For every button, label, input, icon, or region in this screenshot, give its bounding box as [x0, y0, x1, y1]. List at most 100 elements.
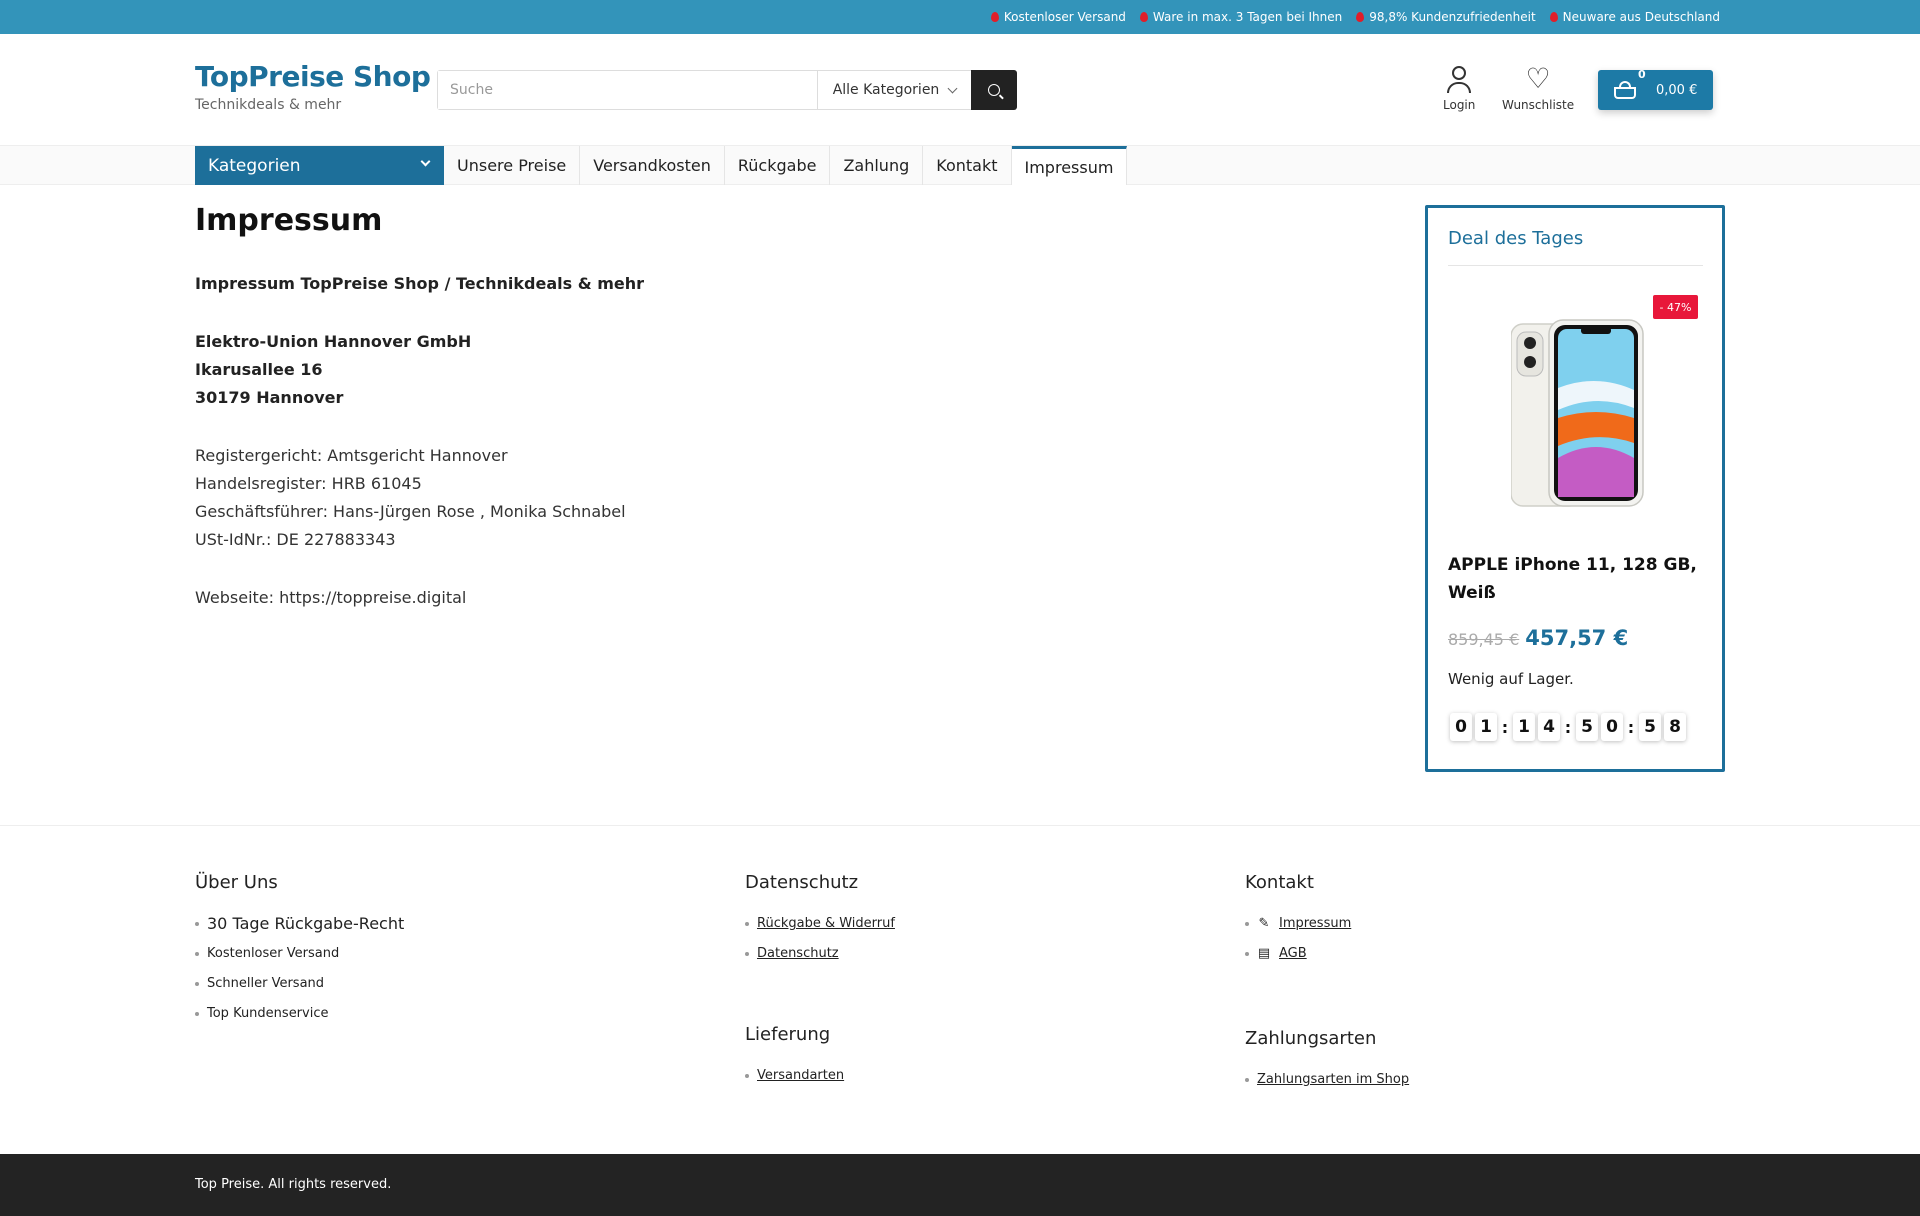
divider	[1448, 265, 1703, 266]
company-street: Ikarusallee 16	[195, 360, 323, 379]
topbar-item-delivery-time: Ware in max. 3 Tagen bei Ihnen	[1139, 10, 1342, 24]
categories-dropdown[interactable]: Kategorien	[195, 146, 444, 185]
flame-icon	[1549, 12, 1558, 22]
cart-count-badge: 0	[1638, 68, 1646, 81]
list-item: Top Kundenservice	[195, 999, 404, 1029]
footer-contact: Kontakt ✎ Impressum ▤ AGB	[1245, 872, 1351, 969]
company-city: 30179 Hannover	[195, 388, 344, 407]
nav-link-prices[interactable]: Unsere Preise	[444, 146, 581, 185]
logo-subtitle: Technikdeals & mehr	[195, 97, 342, 113]
topbar-item-new-goods: Neuware aus Deutschland	[1549, 10, 1720, 24]
company-name: Elektro-Union Hannover GmbH	[195, 332, 472, 351]
timer-digit: 1	[1475, 713, 1497, 741]
timer-digit: 1	[1513, 713, 1535, 741]
copyright-text: Top Preise. All rights reserved.	[195, 1177, 392, 1192]
footer-heading-payment: Zahlungsarten	[1245, 1028, 1377, 1049]
timer-digit: 5	[1639, 713, 1661, 741]
footer-about: Über Uns 30 Tage Rückgabe-Recht Kostenlo…	[195, 872, 404, 1029]
nav-link-contact[interactable]: Kontakt	[923, 146, 1012, 185]
main-navigation: Kategorien Unsere Preise Versandkosten R…	[0, 145, 1920, 185]
flame-icon	[1356, 12, 1365, 22]
timer-digit: 4	[1538, 713, 1560, 741]
managing-directors: Geschäftsführer: Hans-Jürgen Rose , Moni…	[195, 502, 626, 521]
login-label: Login	[1443, 98, 1476, 112]
deal-of-the-day: Deal des Tages - 47% APPLE iPhone 11, 12…	[1425, 205, 1725, 772]
list-item: Datenschutz	[745, 939, 895, 969]
footer-privacy: Datenschutz Rückgabe & Widerruf Datensch…	[745, 872, 895, 969]
heart-icon: ♡	[1525, 62, 1551, 95]
old-price: 859,45 €	[1448, 630, 1520, 649]
cart-button[interactable]: 0 0,00 €	[1598, 68, 1713, 110]
timer-separator: :	[1564, 717, 1572, 737]
list-item: Versandarten	[745, 1061, 844, 1091]
link-imprint[interactable]: Impressum	[1279, 909, 1351, 939]
top-info-bar: Kostenloser Versand Ware in max. 3 Tagen…	[0, 0, 1920, 34]
topbar-item-satisfaction: 98,8% Kundenzufriedenheit	[1356, 10, 1536, 24]
list-item: Kostenloser Versand	[195, 939, 404, 969]
user-icon	[1446, 66, 1472, 94]
category-select-label: Alle Kategorien	[832, 82, 940, 98]
link-returns-withdrawal[interactable]: Rückgabe & Widerruf	[757, 909, 895, 939]
timer-separator: :	[1501, 717, 1509, 737]
footer-heading-contact: Kontakt	[1245, 872, 1314, 893]
list-item: Rückgabe & Widerruf	[745, 909, 895, 939]
timer-digit: 0	[1450, 713, 1472, 741]
deal-title: Deal des Tages	[1448, 228, 1584, 249]
timer-digit: 5	[1576, 713, 1598, 741]
list-item: 30 Tage Rückgabe-Recht	[195, 909, 404, 939]
search-bar: Alle Kategorien	[437, 70, 1017, 110]
logo-title[interactable]: TopPreise Shop	[195, 60, 431, 93]
wishlist-label: Wunschliste	[1502, 98, 1575, 112]
footer-payment: Zahlungsarten Zahlungsarten im Shop	[1245, 1028, 1409, 1095]
footer-divider	[0, 825, 1920, 826]
imprint-heading: Impressum TopPreise Shop / Technikdeals …	[195, 274, 645, 293]
nav-link-payment[interactable]: Zahlung	[830, 146, 924, 185]
topbar-item-free-shipping: Kostenloser Versand	[990, 10, 1126, 24]
timer-separator: :	[1627, 717, 1635, 737]
register-court: Registergericht: Amtsgericht Hannover	[195, 446, 508, 465]
category-select[interactable]: Alle Kategorien	[817, 71, 971, 109]
login-link[interactable]: Login	[1443, 66, 1475, 112]
nav-link-shipping-costs[interactable]: Versandkosten	[580, 146, 725, 185]
vat-id: USt-IdNr.: DE 227883343	[195, 530, 396, 549]
pencil-icon: ✎	[1258, 916, 1270, 931]
list-item: ✎ Impressum	[1245, 909, 1352, 939]
cart-total: 0,00 €	[1656, 82, 1698, 98]
page-title: Impressum	[195, 203, 383, 238]
discount-badge: - 47%	[1653, 295, 1698, 319]
list-item: Zahlungsarten im Shop	[1245, 1065, 1409, 1095]
link-privacy[interactable]: Datenschutz	[757, 939, 839, 969]
footer-heading-delivery: Lieferung	[745, 1024, 831, 1045]
categories-label: Kategorien	[208, 155, 301, 176]
website: Webseite: https://toppreise.digital	[195, 588, 467, 607]
link-shipping-methods[interactable]: Versandarten	[757, 1061, 844, 1091]
bottom-bar: Top Preise. All rights reserved.	[0, 1154, 1920, 1216]
flame-icon	[1139, 12, 1148, 22]
link-payment-methods[interactable]: Zahlungsarten im Shop	[1257, 1065, 1409, 1095]
search-icon	[988, 84, 1000, 96]
nav-link-imprint[interactable]: Impressum	[1011, 146, 1128, 185]
search-button[interactable]	[971, 70, 1017, 110]
sale-price: 457,57 €	[1525, 626, 1629, 650]
stock-status: Wenig auf Lager.	[1448, 670, 1574, 688]
trade-register: Handelsregister: HRB 61045	[195, 474, 422, 493]
chevron-down-icon	[947, 83, 958, 93]
nav-link-returns[interactable]: Rückgabe	[725, 146, 831, 185]
wishlist-link[interactable]: ♡ Wunschliste	[1502, 62, 1575, 113]
link-terms[interactable]: AGB	[1279, 939, 1307, 969]
timer-digit: 0	[1601, 713, 1623, 741]
chevron-down-icon	[420, 156, 431, 167]
footer-heading-about: Über Uns	[195, 872, 278, 893]
list-item: ▤ AGB	[1245, 939, 1351, 969]
imprint-content: Impressum TopPreise Shop / Technikdeals …	[195, 270, 644, 612]
site-logo[interactable]: TopPreise Shop Technikdeals & mehr	[195, 60, 431, 113]
list-item: Schneller Versand	[195, 969, 404, 999]
product-name[interactable]: APPLE iPhone 11, 128 GB, Weiß	[1448, 551, 1698, 607]
timer-digit: 8	[1664, 713, 1686, 741]
document-icon: ▤	[1257, 946, 1271, 961]
search-input[interactable]	[438, 71, 817, 109]
footer-heading-privacy: Datenschutz	[745, 872, 859, 893]
flame-icon	[990, 12, 999, 22]
countdown-timer: 0 1 : 1 4 : 5 0 : 5 8	[1450, 713, 1686, 741]
product-image[interactable]	[1511, 318, 1645, 508]
